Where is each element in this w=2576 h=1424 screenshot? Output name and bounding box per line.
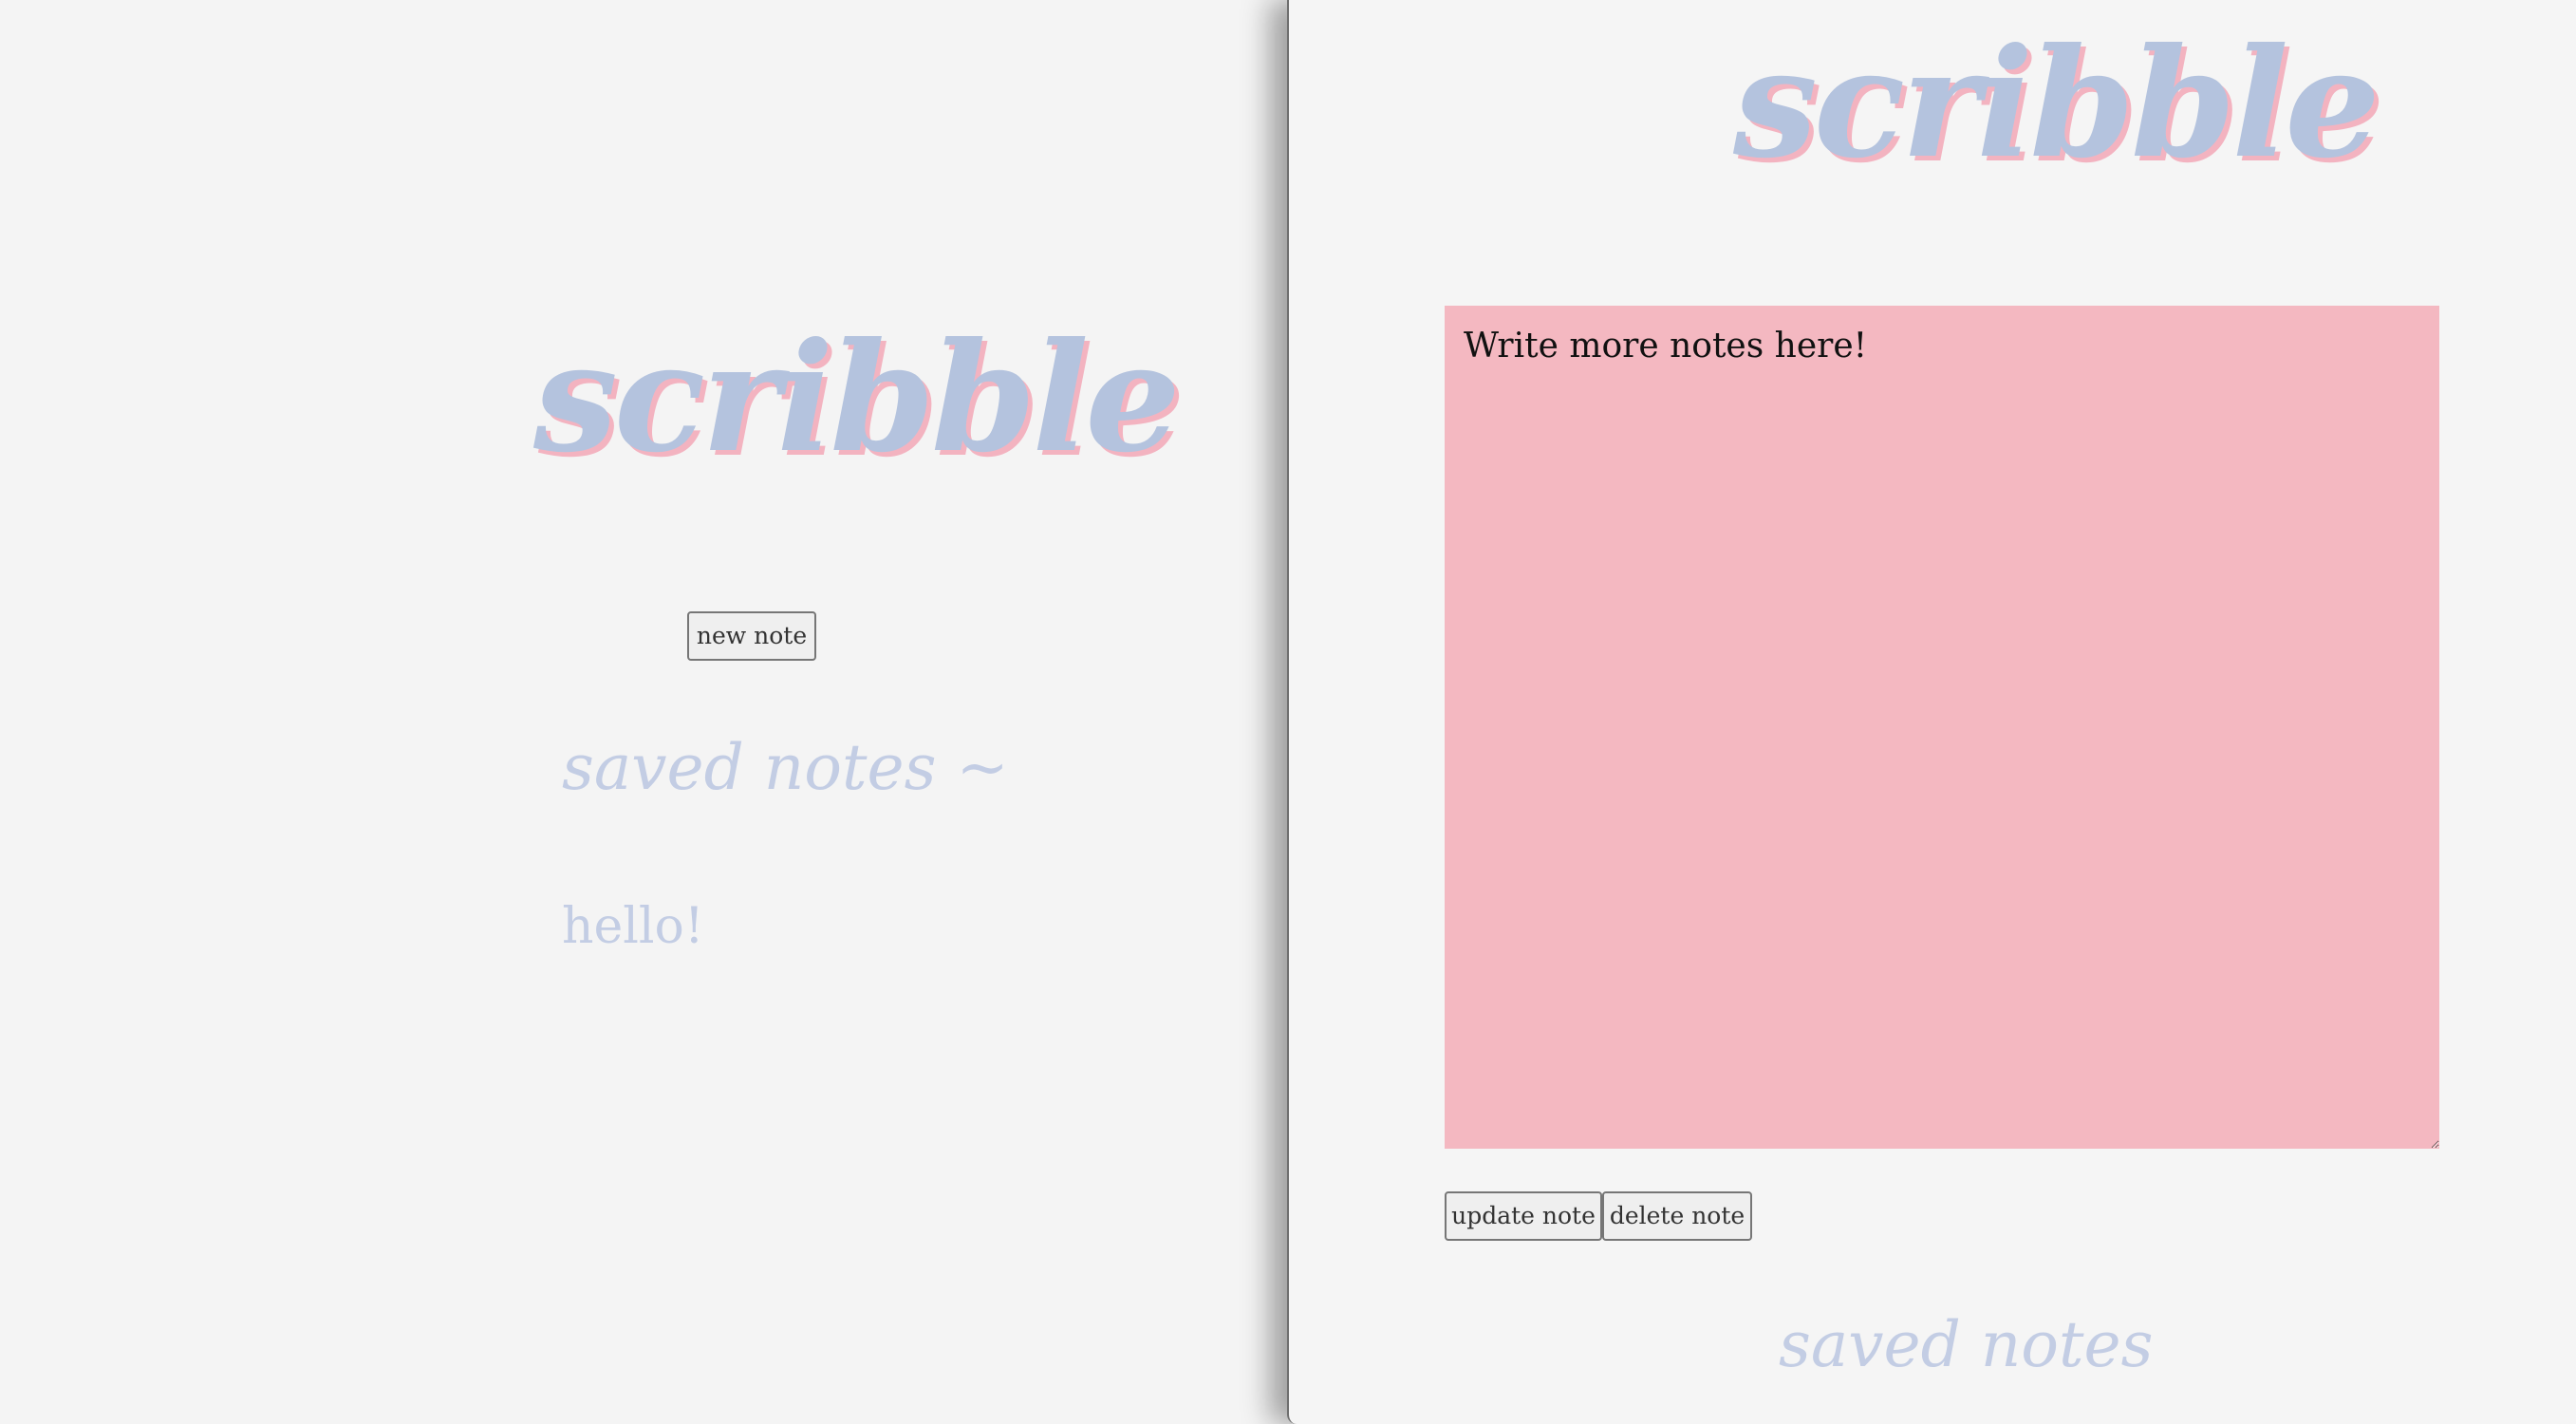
note-textarea[interactable]: Write more notes here!	[1445, 306, 2439, 1149]
saved-note-item[interactable]: hello!	[562, 898, 704, 955]
update-note-button[interactable]: update note	[1445, 1191, 1602, 1241]
screen: scribble new note saved notes ~ hello! s…	[0, 0, 2576, 1424]
delete-note-button[interactable]: delete note	[1602, 1191, 1752, 1241]
foreground-window: scribble Write more notes here! update n…	[1287, 0, 2576, 1424]
background-window: scribble new note saved notes ~ hello!	[0, 0, 1287, 1424]
app-logo: scribble	[533, 310, 1181, 486]
saved-notes-heading: saved notes ~	[562, 731, 1009, 804]
saved-notes-heading: saved notes	[1779, 1308, 2154, 1381]
app-logo: scribble	[1733, 16, 2380, 192]
new-note-button[interactable]: new note	[687, 611, 816, 661]
